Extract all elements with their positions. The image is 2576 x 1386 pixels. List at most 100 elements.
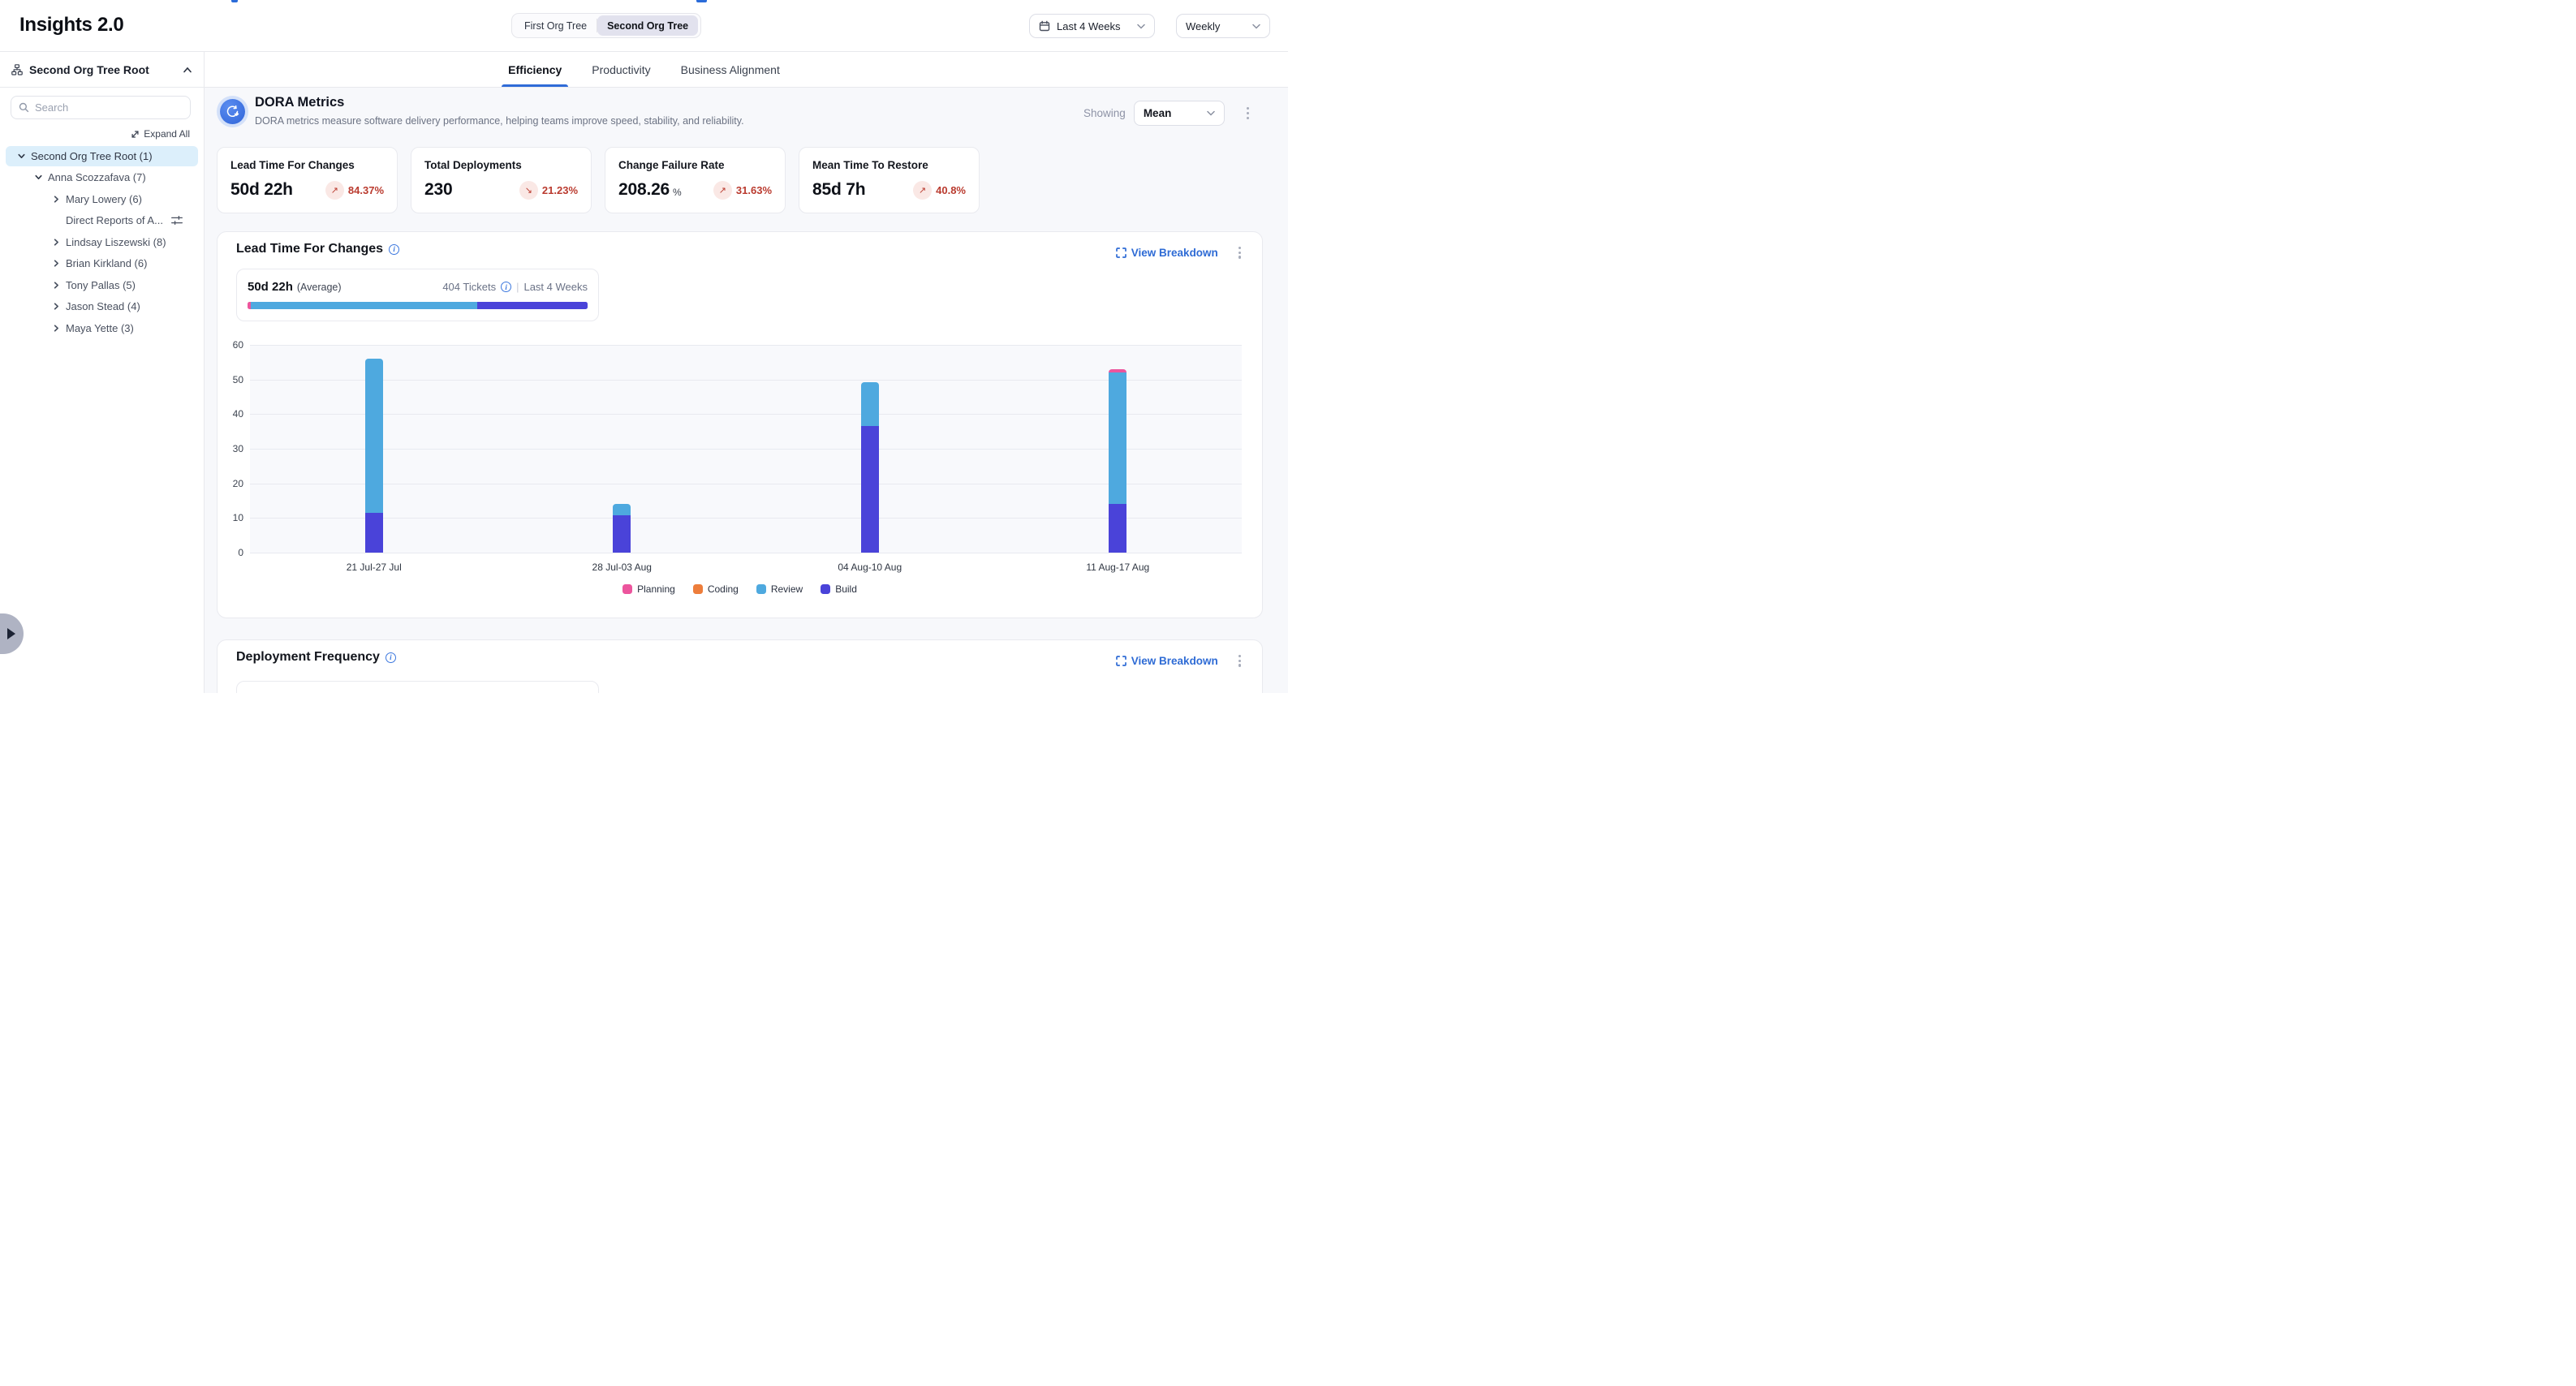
- stat-card-label: Change Failure Rate: [618, 159, 772, 171]
- deployment-kebab-menu[interactable]: [1234, 652, 1245, 670]
- stat-card-lead-time-for-changes: Lead Time For Changes50d 22h↗84.37%: [217, 147, 398, 213]
- tree-item-label: Brian Kirkland (6): [66, 257, 147, 269]
- toggle-first-org-tree[interactable]: First Org Tree: [515, 15, 597, 36]
- dora-metrics-title: DORA Metrics: [255, 95, 744, 110]
- tree-item-label: Jason Stead (4): [66, 300, 140, 312]
- sidebar-item-anna-scozzafava-7[interactable]: Anna Scozzafava (7): [0, 167, 204, 189]
- bar-segment-build: [613, 515, 631, 553]
- phase-distribution-bar: [248, 302, 588, 309]
- calendar-icon: [1039, 20, 1050, 32]
- stat-card-unit: %: [673, 187, 682, 198]
- sidebar-item-tony-pallas-5[interactable]: Tony Pallas (5): [0, 274, 204, 296]
- stat-card-value: 230: [424, 180, 452, 200]
- dora-cycle-icon: [220, 99, 245, 124]
- sidebar-header[interactable]: Second Org Tree Root: [0, 52, 204, 88]
- chart-bar-21-jul-27-jul[interactable]: [365, 359, 383, 553]
- stat-card-value: 50d 22h: [230, 180, 293, 200]
- caret-right-icon: [7, 628, 15, 639]
- chevron-right-icon[interactable]: [51, 323, 61, 333]
- y-tick-label: 40: [219, 408, 243, 420]
- chevron-right-icon[interactable]: [51, 302, 61, 312]
- tree-item-label: Mary Lowery (6): [66, 193, 142, 205]
- tab-business-alignment[interactable]: Business Alignment: [681, 52, 780, 87]
- gridline-40: [250, 414, 1242, 415]
- lead-time-title: Lead Time For Changes: [236, 242, 383, 256]
- dora-kebab-menu[interactable]: [1243, 104, 1253, 123]
- sidebar-item-maya-yette-3[interactable]: Maya Yette (3): [0, 317, 204, 339]
- bar-segment-review: [861, 382, 879, 427]
- info-icon[interactable]: i: [386, 652, 396, 663]
- stat-card-delta-value: 31.63%: [736, 184, 772, 196]
- chevron-down-icon[interactable]: [33, 173, 43, 183]
- chevron-up-icon[interactable]: [183, 67, 192, 73]
- legend-label: Build: [835, 583, 857, 595]
- sidebar-item-jason-stead-4[interactable]: Jason Stead (4): [0, 296, 204, 318]
- sidebar-item-second-org-tree-root-1[interactable]: Second Org Tree Root (1): [0, 145, 204, 167]
- trend-up-icon: ↗: [325, 181, 344, 200]
- gridline-30: [250, 449, 1242, 450]
- expand-all-label: Expand All: [144, 128, 190, 140]
- summary-value: 50d 22h: [248, 280, 293, 294]
- date-range-select[interactable]: Last 4 Weeks: [1029, 14, 1155, 38]
- stat-card-value-row: 85d 7h↗40.8%: [812, 180, 966, 200]
- chart-bar-04-aug-10-aug[interactable]: [861, 382, 879, 553]
- y-tick-label: 60: [219, 339, 243, 351]
- legend-item-coding[interactable]: Coding: [693, 583, 739, 595]
- legend-label: Planning: [637, 583, 675, 595]
- stat-card-total-deployments: Total Deployments 230 ↘21.23%: [411, 147, 592, 213]
- y-tick-label: 0: [219, 547, 243, 558]
- stat-card-label: Total Deployments: [424, 159, 578, 171]
- sidebar-item-mary-lowery-6[interactable]: Mary Lowery (6): [0, 188, 204, 210]
- x-tick-label: 11 Aug-17 Aug: [1053, 562, 1182, 573]
- lead-time-panel: Lead Time For Changes i View Breakdown 5…: [217, 231, 1263, 618]
- bar-segment-build: [365, 513, 383, 553]
- legend-item-build[interactable]: Build: [821, 583, 857, 595]
- granularity-select[interactable]: Weekly: [1176, 14, 1270, 38]
- tab-efficiency[interactable]: Efficiency: [508, 52, 562, 87]
- bar-segment-review: [613, 504, 631, 515]
- stat-card-delta: ↘21.23%: [519, 181, 578, 200]
- clipped-link-fragment: [696, 0, 707, 2]
- chart-legend: Planning Coding Review Build: [218, 583, 1262, 595]
- summary-qualifier: (Average): [297, 282, 342, 293]
- chart-bar-11-aug-17-aug[interactable]: [1109, 369, 1126, 553]
- chevron-right-icon[interactable]: [51, 237, 61, 247]
- stat-card-value-row: 208.26%↗31.63%: [618, 180, 772, 200]
- tree-spacer: [51, 216, 61, 226]
- toggle-second-org-tree[interactable]: Second Org Tree: [597, 15, 698, 36]
- trend-down-icon: ↘: [519, 181, 538, 200]
- stat-card-row: Lead Time For Changes50d 22h↗84.37%Total…: [217, 147, 980, 213]
- summary-period: Last 4 Weeks: [523, 281, 588, 293]
- chevron-down-icon[interactable]: [16, 151, 26, 161]
- expand-all-button[interactable]: Expand All: [131, 128, 190, 140]
- lead-time-kebab-menu[interactable]: [1234, 243, 1245, 262]
- legend-item-review[interactable]: Review: [756, 583, 803, 595]
- chevron-down-icon: [1137, 24, 1145, 29]
- view-breakdown-link[interactable]: View Breakdown: [1116, 247, 1218, 259]
- showing-select[interactable]: Mean: [1134, 101, 1225, 126]
- legend-item-planning[interactable]: Planning: [622, 583, 675, 595]
- chevron-right-icon[interactable]: [51, 280, 61, 290]
- info-icon[interactable]: i: [501, 282, 511, 292]
- trend-up-icon: ↗: [913, 181, 932, 200]
- view-breakdown-link[interactable]: View Breakdown: [1116, 655, 1218, 667]
- sidebar-root-title: Second Org Tree Root: [29, 63, 176, 76]
- gridline-50: [250, 380, 1242, 381]
- sliders-icon[interactable]: [171, 216, 183, 226]
- info-icon[interactable]: i: [389, 244, 399, 255]
- tree-item-label: Maya Yette (3): [66, 322, 134, 334]
- summary-tickets: 404 Tickets: [442, 281, 496, 293]
- stat-card-mean-time-to-restore: Mean Time To Restore85d 7h↗40.8%: [799, 147, 980, 213]
- search-input[interactable]: [35, 101, 183, 114]
- org-tree-icon: [11, 64, 23, 75]
- chevron-right-icon[interactable]: [51, 259, 61, 269]
- tree-item-label: Direct Reports of A...: [66, 214, 163, 226]
- chart-bar-28-jul-03-aug[interactable]: [613, 504, 631, 553]
- sidebar-item-direct-reports-of-a[interactable]: Direct Reports of A...: [0, 210, 204, 232]
- date-range-value: Last 4 Weeks: [1057, 20, 1131, 32]
- bar-segment-review: [1109, 372, 1126, 504]
- sidebar-item-brian-kirkland-6[interactable]: Brian Kirkland (6): [0, 253, 204, 275]
- sidebar-item-lindsay-liszewski-8[interactable]: Lindsay Liszewski (8): [0, 231, 204, 253]
- tab-productivity[interactable]: Productivity: [592, 52, 650, 87]
- chevron-right-icon[interactable]: [51, 194, 61, 204]
